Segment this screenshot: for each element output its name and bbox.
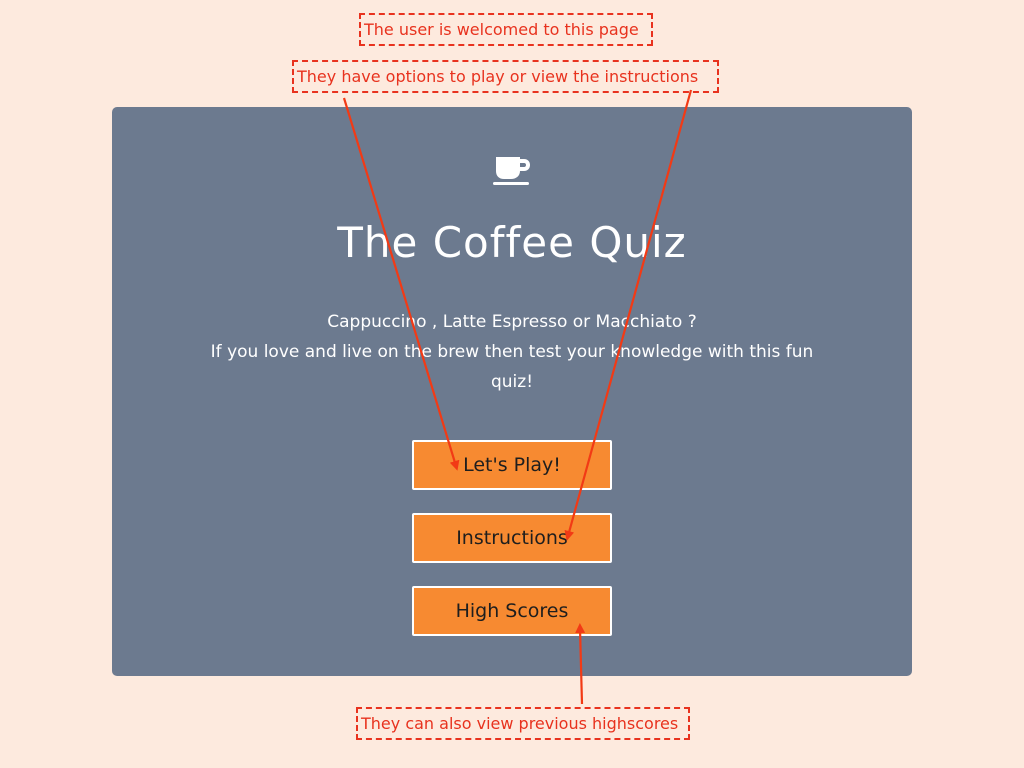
description-line-1: Cappuccino , Latte Espresso or Macchiato… (327, 312, 697, 332)
description-line-2: If you love and live on the brew then te… (210, 342, 814, 392)
annotation-highscores: They can also view previous highscores (356, 707, 690, 740)
lets-play-button[interactable]: Let's Play! (412, 440, 612, 490)
quiz-welcome-card: The Coffee Quiz Cappuccino , Latte Espre… (112, 107, 912, 676)
high-scores-button[interactable]: High Scores (412, 586, 612, 636)
instructions-button[interactable]: Instructions (412, 513, 612, 563)
quiz-description: Cappuccino , Latte Espresso or Macchiato… (192, 307, 832, 397)
coffee-cup-icon (493, 157, 530, 185)
page-title: The Coffee Quiz (337, 218, 687, 267)
annotation-welcome: The user is welcomed to this page (359, 13, 653, 46)
annotation-options: They have options to play or view the in… (292, 60, 719, 93)
page: The user is welcomed to this page They h… (0, 0, 1024, 768)
